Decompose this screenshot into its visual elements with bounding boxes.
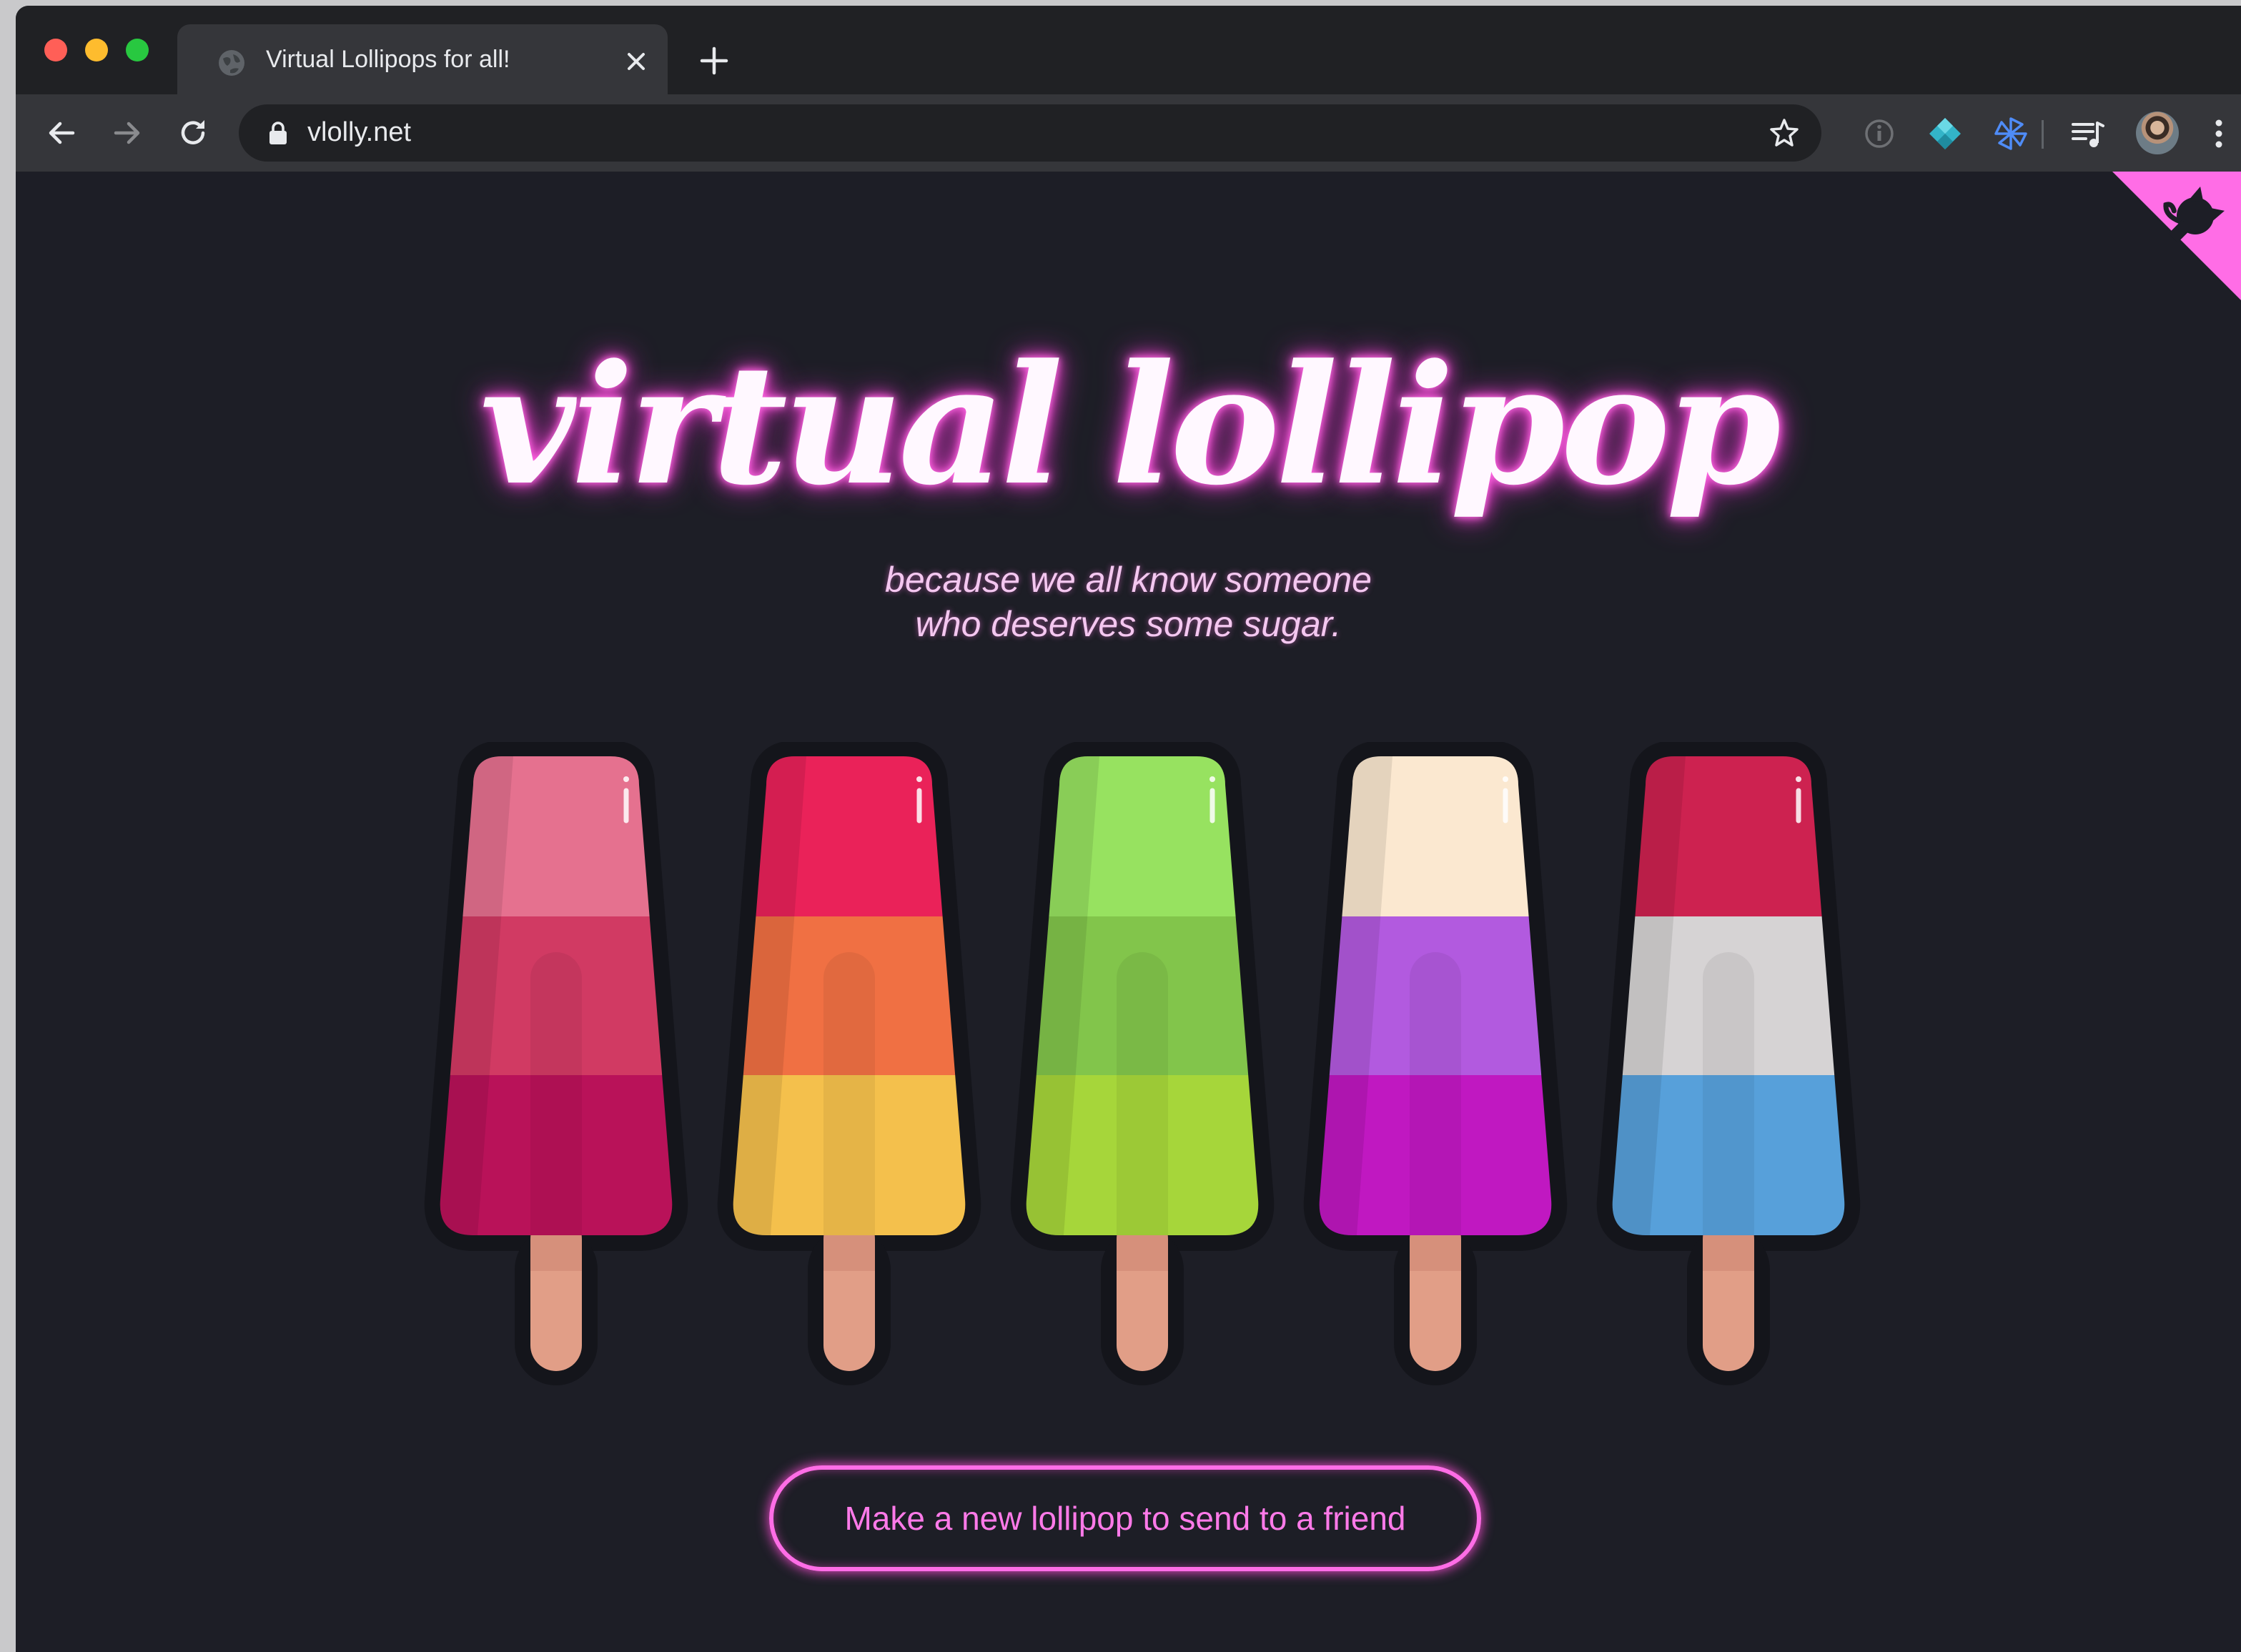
tagline-line-2: who deserves some sugar. xyxy=(915,604,1342,644)
highlight-dot xyxy=(1209,776,1215,782)
stick-ghost xyxy=(530,952,582,1235)
stick-ghost xyxy=(1703,952,1754,1235)
close-window-button[interactable] xyxy=(44,39,67,61)
stick-ghost xyxy=(1117,952,1168,1235)
lollipop[interactable] xyxy=(706,742,992,1385)
lollipop[interactable] xyxy=(416,742,699,1385)
lock-icon xyxy=(269,122,287,144)
browser-tab[interactable]: Virtual Lollipops for all! xyxy=(177,24,668,96)
close-icon[interactable] xyxy=(625,50,648,73)
highlight-dot xyxy=(916,776,922,782)
profile-avatar[interactable] xyxy=(2136,112,2179,154)
star-icon[interactable] xyxy=(1768,117,1800,149)
info-icon[interactable] xyxy=(1861,116,1897,152)
address-bar[interactable]: vlolly.net xyxy=(239,104,1821,162)
site-logo: virtual lollipop xyxy=(480,329,1781,522)
globe-icon xyxy=(219,50,244,76)
plus-icon[interactable] xyxy=(699,46,729,76)
url-text: vlolly.net xyxy=(307,117,412,147)
pinwheel-extension-icon[interactable] xyxy=(1993,116,2029,152)
maximize-window-button[interactable] xyxy=(126,39,149,61)
tab-title: Virtual Lollipops for all! xyxy=(266,46,510,73)
stick-ghost xyxy=(823,952,875,1235)
lollipop[interactable] xyxy=(1585,742,1871,1385)
lollipop-gallery xyxy=(416,742,1871,1385)
stick-ghost xyxy=(1410,952,1461,1235)
diamond-extension-icon[interactable] xyxy=(1927,116,1963,152)
lollipop[interactable] xyxy=(1292,742,1578,1385)
tagline: because we all know someone who deserves… xyxy=(16,558,2241,646)
highlight-dot xyxy=(623,776,629,782)
tab-strip: Virtual Lollipops for all! xyxy=(16,6,2241,96)
browser-window: Virtual Lollipops for all! vlolly.net vi… xyxy=(16,6,2241,1652)
browser-toolbar: vlolly.net xyxy=(16,94,2241,172)
forward-arrow-icon[interactable] xyxy=(110,116,144,150)
kebab-menu-icon[interactable] xyxy=(2210,116,2227,152)
page-content: virtual lollipop because we all know som… xyxy=(16,172,2241,1652)
highlight-dot xyxy=(1503,776,1508,782)
highlight-dot xyxy=(1796,776,1801,782)
media-queue-icon[interactable] xyxy=(2070,116,2106,152)
back-arrow-icon[interactable] xyxy=(44,116,79,150)
reload-icon[interactable] xyxy=(176,116,210,150)
tagline-line-1: because we all know someone xyxy=(885,560,1372,600)
minimize-window-button[interactable] xyxy=(85,39,108,61)
make-lollipop-button[interactable]: Make a new lollipop to send to a friend xyxy=(769,1465,1481,1571)
lollipop[interactable] xyxy=(999,742,1285,1385)
github-corner-link[interactable] xyxy=(2112,172,2241,300)
toolbar-divider xyxy=(2042,120,2044,149)
